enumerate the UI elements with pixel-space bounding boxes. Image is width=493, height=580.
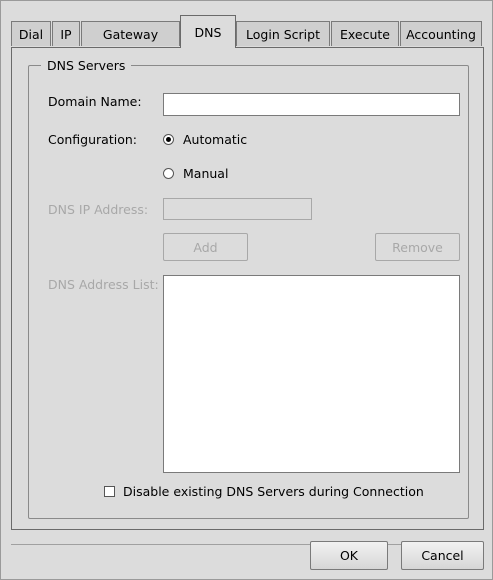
dialog-window: Dial IP Gateway DNS Login Script Execute…	[0, 0, 493, 580]
configuration-label: Configuration:	[48, 132, 137, 147]
manual-label: Manual	[183, 166, 229, 181]
domain-name-label: Domain Name:	[48, 94, 142, 109]
radio-selected-icon	[163, 134, 174, 145]
manual-radio[interactable]: Manual	[163, 166, 228, 181]
add-button[interactable]: Add	[163, 233, 248, 261]
tab-gateway[interactable]: Gateway	[81, 21, 180, 46]
dns-address-list-label: DNS Address List:	[48, 277, 159, 292]
tab-panel-dns: DNS Servers Domain Name: Configuration: …	[11, 47, 484, 530]
dns-ip-address-label: DNS IP Address:	[48, 202, 149, 217]
dns-address-list[interactable]	[163, 275, 460, 473]
tab-dial[interactable]: Dial	[11, 21, 51, 46]
tab-bar: Dial IP Gateway DNS Login Script Execute…	[11, 13, 483, 48]
radio-unselected-icon	[163, 168, 174, 179]
remove-button[interactable]: Remove	[375, 233, 460, 261]
tab-accounting[interactable]: Accounting	[400, 21, 482, 46]
domain-name-input[interactable]	[163, 93, 460, 116]
tab-dns[interactable]: DNS	[180, 15, 236, 48]
tab-execute[interactable]: Execute	[331, 21, 399, 46]
disable-existing-dns-label: Disable existing DNS Servers during Conn…	[123, 484, 424, 499]
dns-ip-address-input[interactable]	[163, 198, 312, 220]
ok-button[interactable]: OK	[310, 541, 388, 570]
checkbox-unchecked-icon	[104, 486, 115, 497]
disable-existing-dns-checkbox[interactable]: Disable existing DNS Servers during Conn…	[104, 484, 424, 499]
cancel-button[interactable]: Cancel	[401, 541, 484, 570]
tab-login-script[interactable]: Login Script	[236, 21, 330, 46]
automatic-label: Automatic	[183, 132, 248, 147]
dns-servers-title: DNS Servers	[47, 58, 126, 73]
automatic-radio[interactable]: Automatic	[163, 132, 247, 147]
tab-ip[interactable]: IP	[52, 21, 80, 46]
